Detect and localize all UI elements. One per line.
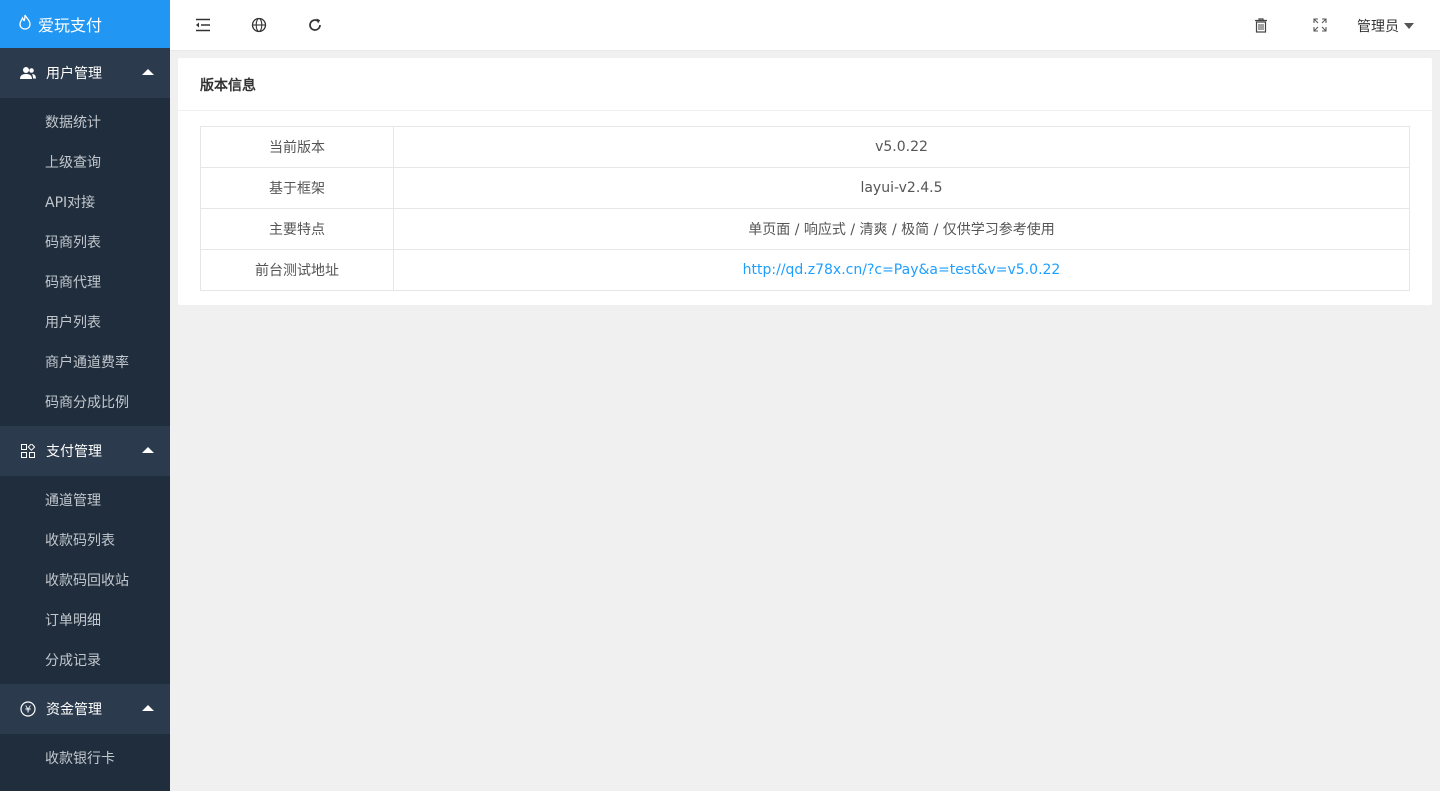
sidebar-item-user-list[interactable]: 用户列表	[0, 302, 170, 342]
menu-collapse-icon[interactable]	[193, 15, 213, 35]
table-row: 前台测试地址 http://qd.z78x.cn/?c=Pay&a=test&v…	[200, 249, 1410, 291]
users-icon	[20, 65, 36, 81]
row-value: 单页面 / 响应式 / 清爽 / 极简 / 仅供学习参考使用	[393, 208, 1410, 250]
version-info-card: 版本信息 当前版本 v5.0.22 基于框架 layui-v2.4.5 主要特点…	[178, 58, 1432, 305]
row-key: 主要特点	[200, 208, 394, 250]
caret-down-icon	[1404, 23, 1414, 29]
sidebar-group-pay-management[interactable]: 支付管理	[0, 426, 170, 476]
sidebar-item-qrcode-recycle[interactable]: 收款码回收站	[0, 560, 170, 600]
sidebar-item-merchant-list[interactable]: 码商列表	[0, 222, 170, 262]
svg-text:¥: ¥	[25, 705, 31, 716]
sidebar-group-label: 用户管理	[46, 66, 102, 82]
sidebar-item-channel-rate[interactable]: 商户通道费率	[0, 342, 170, 382]
group-fund-mgmt: ¥ 资金管理 收款银行卡	[0, 684, 170, 782]
topbar: 管理员	[170, 0, 1440, 51]
fullscreen-icon[interactable]	[1310, 15, 1330, 35]
row-value: layui-v2.4.5	[393, 167, 1410, 209]
sidebar-item-merchant-agent[interactable]: 码商代理	[0, 262, 170, 302]
row-value: v5.0.22	[393, 126, 1410, 168]
sidebar-item-bank-card[interactable]: 收款银行卡	[0, 738, 170, 778]
user-name: 管理员	[1357, 19, 1399, 35]
sidebar-group-label: 资金管理	[46, 702, 102, 718]
sidebar-item-data-stats[interactable]: 数据统计	[0, 102, 170, 142]
sidebar-item-superior-query[interactable]: 上级查询	[0, 142, 170, 182]
sidebar-group-user-management[interactable]: 用户管理	[0, 48, 170, 98]
row-key: 基于框架	[200, 167, 394, 209]
row-key: 前台测试地址	[200, 249, 394, 291]
caret-up-icon	[142, 705, 154, 711]
group-pay-mgmt: 支付管理 通道管理 收款码列表 收款码回收站 订单明细 分成记录	[0, 426, 170, 684]
card-title: 版本信息	[178, 58, 1432, 111]
sidebar-item-share-ratio[interactable]: 码商分成比例	[0, 382, 170, 422]
sidebar-group-label: 支付管理	[46, 444, 102, 460]
apps-icon	[20, 443, 36, 459]
app-logo[interactable]: 爱玩支付	[0, 0, 170, 48]
caret-up-icon	[142, 69, 154, 75]
sidebar-item-order-detail[interactable]: 订单明细	[0, 600, 170, 640]
sidebar-item-share-record[interactable]: 分成记录	[0, 640, 170, 680]
sidebar-item-api[interactable]: API对接	[0, 182, 170, 222]
globe-icon[interactable]	[249, 15, 269, 35]
test-url-link[interactable]: http://qd.z78x.cn/?c=Pay&a=test&v=v5.0.2…	[743, 262, 1061, 278]
table-row: 当前版本 v5.0.22	[200, 126, 1410, 168]
table-row: 主要特点 单页面 / 响应式 / 清爽 / 极简 / 仅供学习参考使用	[200, 208, 1410, 250]
caret-up-icon	[142, 447, 154, 453]
sidebar-group-fund-management[interactable]: ¥ 资金管理	[0, 684, 170, 734]
sidebar: 爱玩支付 用户管理 数据统计 上级查询 API对接 码商列表 码商代理 用户列表…	[0, 0, 170, 791]
row-value-cell: http://qd.z78x.cn/?c=Pay&a=test&v=v5.0.2…	[393, 249, 1410, 291]
yen-icon: ¥	[20, 701, 36, 717]
sidebar-item-qrcode-list[interactable]: 收款码列表	[0, 520, 170, 560]
sidebar-item-channel-mgmt[interactable]: 通道管理	[0, 480, 170, 520]
row-key: 当前版本	[200, 126, 394, 168]
table-row: 基于框架 layui-v2.4.5	[200, 167, 1410, 209]
app-title: 爱玩支付	[38, 16, 103, 35]
refresh-icon[interactable]	[305, 15, 325, 35]
flame-icon	[18, 14, 32, 34]
user-menu[interactable]: 管理员	[1357, 16, 1414, 36]
version-info-table: 当前版本 v5.0.22 基于框架 layui-v2.4.5 主要特点 单页面 …	[200, 126, 1410, 291]
group-user-mgmt: 用户管理 数据统计 上级查询 API对接 码商列表 码商代理 用户列表 商户通道…	[0, 48, 170, 426]
trash-icon[interactable]	[1251, 15, 1271, 35]
